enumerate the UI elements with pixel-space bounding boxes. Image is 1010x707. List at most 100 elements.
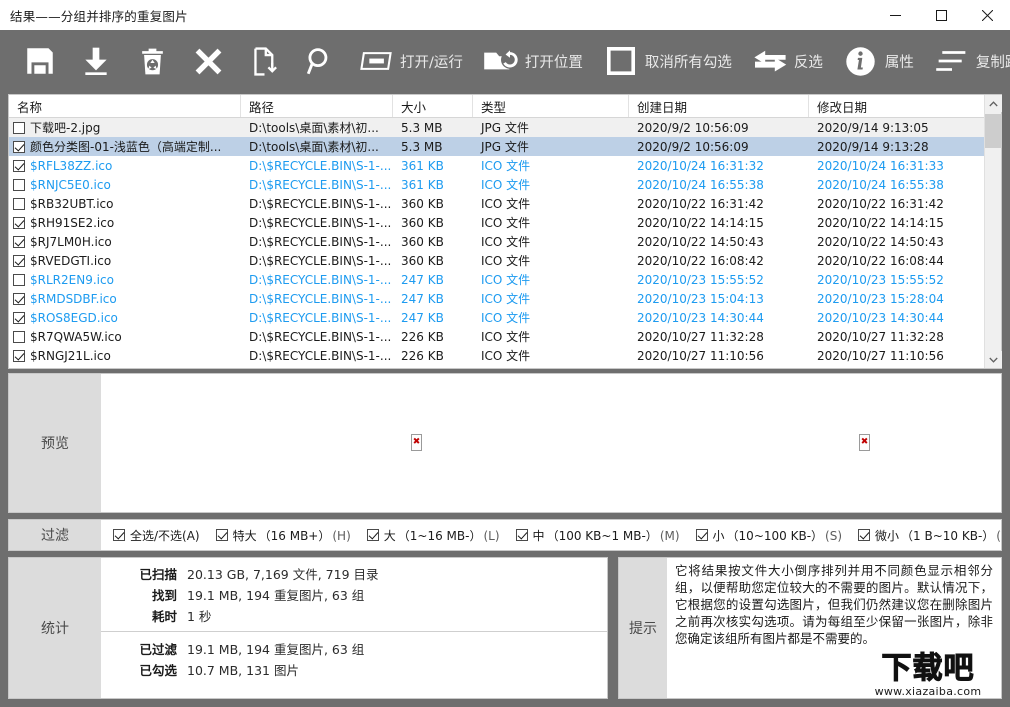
filter-item[interactable]: 微小（1 B~10 KB-）(T)	[858, 527, 1001, 544]
preview-body[interactable]: ✖ ✖	[101, 374, 1001, 512]
preview-panel: 预览 ✖ ✖	[8, 373, 1002, 513]
toolbar-button-copy-path[interactable]: 复制路径	[924, 34, 1010, 88]
filter-text: 微小（1 B~10 KB-）(T)	[875, 527, 1001, 544]
save-icon	[18, 39, 62, 83]
table-row[interactable]: $R7QWA5W.ico D:\$RECYCLE.BIN\S-1-... 226 K…	[9, 327, 984, 346]
file-name-label: $RJ7LM0H.ico	[30, 234, 112, 249]
filter-item[interactable]: 大（1~16 MB-） (L)	[366, 527, 500, 544]
filter-range-text: （1~16 MB-）	[397, 528, 482, 543]
minimize-button[interactable]	[872, 0, 918, 30]
scroll-up-button[interactable]	[984, 95, 1002, 112]
filter-item[interactable]: 小（10~100 KB-） (S)	[695, 527, 843, 544]
window-title: 结果——分组并排序的重复图片	[10, 8, 188, 24]
toolbar-button-move[interactable]	[236, 34, 292, 88]
row-checkbox[interactable]	[13, 349, 25, 362]
toolbar-button-invert-selection[interactable]: 反选	[742, 34, 833, 88]
cell-type: ICO 文件	[481, 330, 531, 344]
table-row[interactable]: $RNJC5E0.ico D:\$RECYCLE.BIN\S-1-... 361 K…	[9, 175, 984, 194]
invert-selection-icon	[748, 39, 792, 83]
file-name-label: 下载吧-2.jpg	[30, 121, 101, 135]
filter-checkbox[interactable]	[113, 529, 125, 541]
close-button[interactable]	[964, 0, 1010, 30]
toolbar-button-open-run[interactable]: 打开/运行	[348, 34, 473, 88]
cell-path: D:\$RECYCLE.BIN\S-1-...	[249, 272, 392, 287]
stat-key: 已过滤	[139, 642, 177, 657]
row-checkbox[interactable]	[13, 197, 25, 210]
toolbar-button-search[interactable]	[292, 34, 348, 88]
row-checkbox[interactable]	[13, 254, 25, 267]
column-header-size[interactable]: 大小	[393, 95, 473, 117]
stats-group-filtered: 已过滤 19.1 MB, 194 重复图片, 63 组已勾选 10.7 MB, 13…	[101, 631, 607, 685]
filter-checkbox[interactable]	[695, 529, 708, 541]
cell-type: ICO 文件	[481, 159, 531, 173]
row-checkbox[interactable]	[13, 216, 25, 229]
stats-label: 统计	[9, 558, 101, 698]
column-header-path[interactable]: 路径	[241, 95, 393, 117]
toolbar-button-uncheck-all[interactable]: 取消所有勾选	[593, 34, 742, 88]
row-checkbox[interactable]	[13, 273, 25, 286]
cell-name: 下载吧-2.jpg	[9, 119, 241, 136]
filter-item[interactable]: 全选/不选(A)	[113, 527, 200, 544]
stat-key: 已扫描	[139, 567, 177, 582]
row-checkbox[interactable]	[13, 178, 25, 191]
toolbar-button-save[interactable]	[12, 34, 68, 88]
filter-checkbox[interactable]	[515, 529, 528, 541]
table-row[interactable]: $RFL38ZZ.ico D:\$RECYCLE.BIN\S-1-... 361 K…	[9, 156, 984, 175]
scroll-down-button[interactable]	[984, 351, 1002, 368]
filter-label-text: 特大	[232, 528, 257, 543]
broken-image-placeholder[interactable]: ✖	[411, 434, 422, 451]
toolbar-button-recycle[interactable]	[124, 34, 180, 88]
row-checkbox[interactable]	[13, 159, 25, 172]
column-header-modified[interactable]: 修改日期	[809, 95, 984, 117]
cell-size: 247 KB	[401, 291, 444, 306]
row-checkbox[interactable]	[13, 292, 25, 305]
row-checkbox[interactable]	[13, 121, 25, 134]
table-row[interactable]: 颜色分类图-01-浅蓝色（高端定制... D:\tools\桌面\素材\初... 5…	[9, 137, 984, 156]
scrollbar-track[interactable]	[984, 112, 1002, 351]
cell-created: 2020/10/24 16:55:38	[637, 177, 764, 192]
table-row[interactable]: $RLR2EN9.ico D:\$RECYCLE.BIN\S-1-... 247 K…	[9, 270, 984, 289]
table-row[interactable]: $RH91SE2.ico D:\$RECYCLE.BIN\S-1-... 360 K…	[9, 213, 984, 232]
table-row[interactable]: $RNGJ21L.ico D:\$RECYCLE.BIN\S-1-... 226 K…	[9, 346, 984, 365]
cell-name: $ROS8EGD.ico	[9, 311, 241, 325]
column-header-type[interactable]: 类型	[473, 95, 629, 117]
column-header-created[interactable]: 创建日期	[629, 95, 809, 117]
uncheck-all-icon	[599, 39, 643, 83]
table-row[interactable]: 下载吧-2.jpg D:\tools\桌面\素材\初... 5.3 MB JPG 文件…	[9, 118, 984, 137]
file-name-label: $R7QWA5W.ico	[30, 329, 122, 344]
vertical-scrollbar[interactable]	[984, 95, 1002, 368]
column-header-name[interactable]: 名称	[9, 95, 241, 117]
filter-checkbox[interactable]	[858, 529, 871, 541]
filter-checkbox[interactable]	[366, 529, 379, 541]
row-checkbox[interactable]	[13, 235, 25, 248]
toolbar-button-delete[interactable]	[180, 34, 236, 88]
filter-item[interactable]: 特大 （16 MB+） (H)	[215, 527, 351, 544]
row-checkbox[interactable]	[13, 330, 25, 343]
filter-item[interactable]: 中（100 KB~1 MB-） (M)	[515, 527, 680, 544]
table-row[interactable]: $RB32UBT.ico D:\$RECYCLE.BIN\S-1-... 360 K…	[9, 194, 984, 213]
cell-modified: 2020/10/27 11:32:28	[817, 329, 944, 344]
filter-checkbox[interactable]	[215, 529, 228, 541]
stat-line: 已过滤 19.1 MB, 194 重复图片, 63 组	[101, 639, 607, 660]
scrollbar-thumb[interactable]	[984, 114, 1002, 148]
broken-image-placeholder[interactable]: ✖	[859, 434, 870, 451]
filter-label-text: 微小	[875, 528, 900, 543]
toolbar-button-open-location[interactable]: 打开位置	[473, 34, 593, 88]
table-row[interactable]: $RMDSDBF.ico D:\$RECYCLE.BIN\S-1-... 247 K…	[9, 289, 984, 308]
maximize-button[interactable]	[918, 0, 964, 30]
cell-path: D:\$RECYCLE.BIN\S-1-...	[249, 215, 392, 230]
file-name-label: $RB32UBT.ico	[30, 196, 114, 211]
table-row[interactable]: $RVEDGTI.ico D:\$RECYCLE.BIN\S-1-... 360 K…	[9, 251, 984, 270]
filter-shortcut-key: (S)	[825, 528, 843, 543]
table-row[interactable]: $RJ7LM0H.ico D:\$RECYCLE.BIN\S-1-... 360 K…	[9, 232, 984, 251]
table-row[interactable]: $ROS8EGD.ico D:\$RECYCLE.BIN\S-1-... 247 K…	[9, 308, 984, 327]
toolbar-button-export[interactable]	[68, 34, 124, 88]
column-headers: 名称 路径 大小 类型 创建日期 修改日期	[9, 95, 984, 118]
cell-modified: 2020/10/27 11:10:56	[817, 348, 944, 363]
toolbar-button-properties[interactable]: 属性	[833, 34, 924, 88]
row-checkbox[interactable]	[13, 140, 25, 153]
row-checkbox[interactable]	[13, 311, 25, 324]
stats-body: 已扫描 20.13 GB, 7,169 文件, 719 目录 找到 19.1 MB, …	[101, 558, 607, 698]
cell-name: $RVEDGTI.ico	[9, 254, 241, 268]
stat-value: 1 秒	[187, 609, 212, 624]
